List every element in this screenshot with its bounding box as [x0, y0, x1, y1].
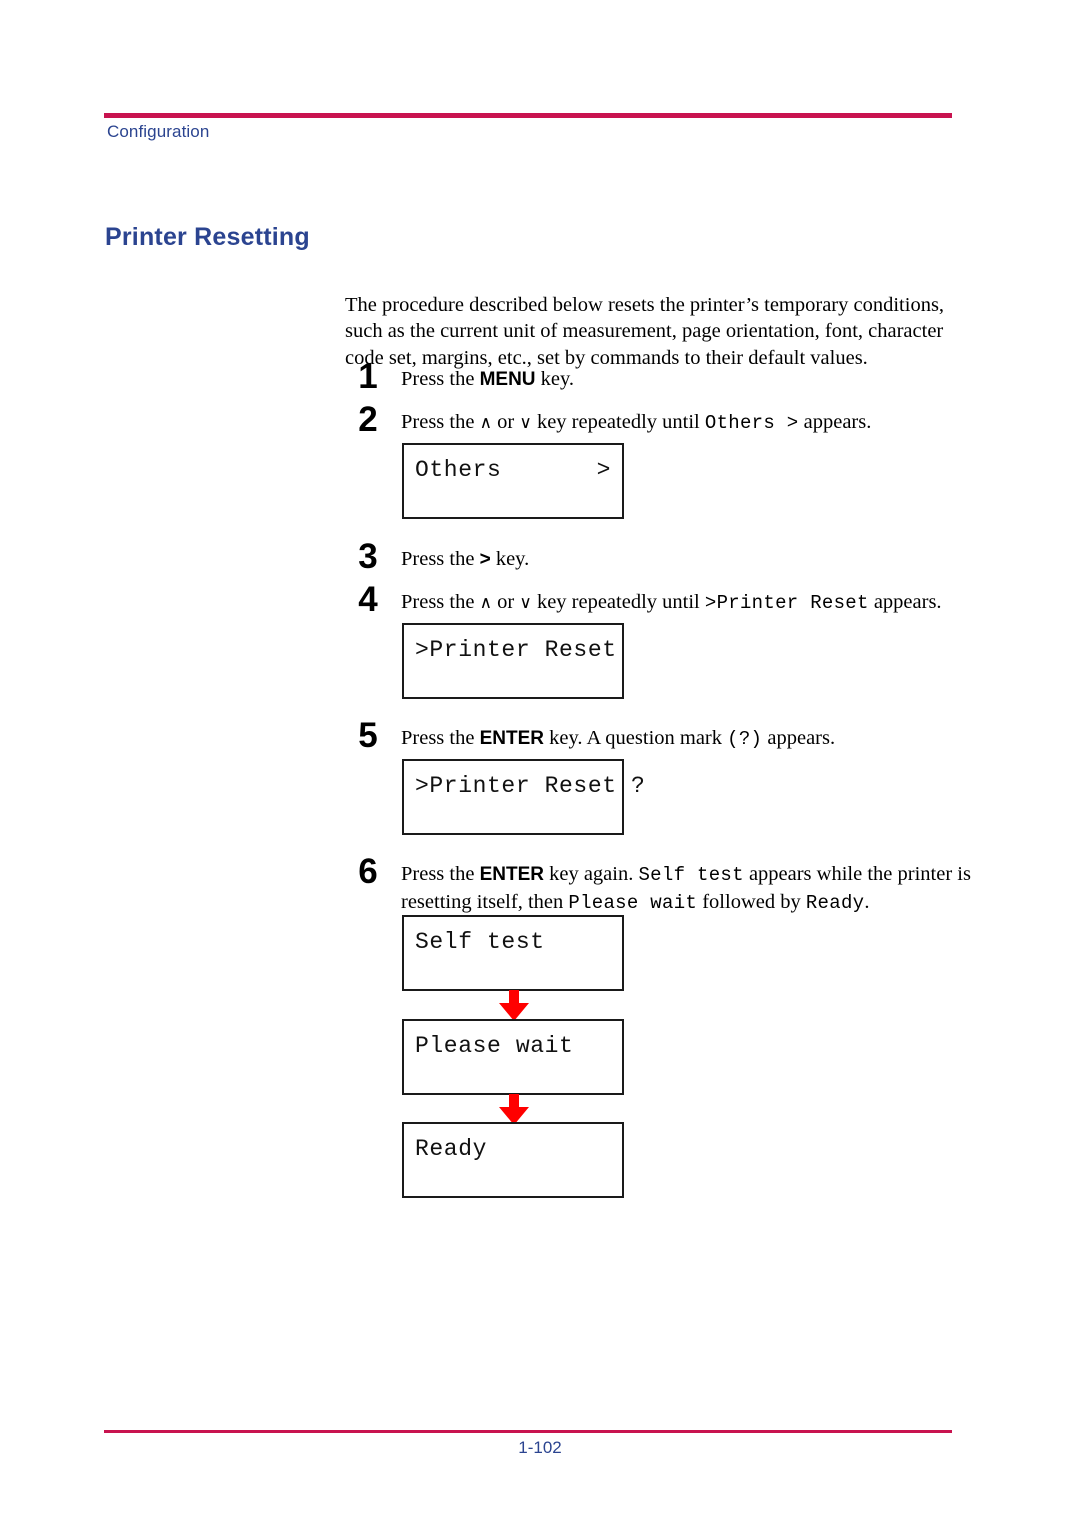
step-text: Press the MENU key. [401, 366, 985, 394]
step-text-after-mono2: followed by [697, 890, 806, 913]
key-label-enter: ENTER [479, 864, 544, 885]
step-text-prefix: Press the [401, 591, 480, 613]
lcd-panel-please-wait: Please wait [402, 1019, 624, 1095]
lcd-text-left: Self test [415, 929, 545, 955]
step-number: 3 [358, 537, 378, 576]
display-text-printer-reset: >Printer Reset [704, 592, 869, 614]
step-5: 5 Press the ENTER key. A question mark (… [345, 718, 985, 753]
step-number: 6 [358, 852, 378, 891]
lcd-text-right: > [596, 457, 611, 483]
lcd-text-left: Ready [415, 1136, 488, 1162]
step-4: 4 Press the ∧ or ∨ key repeatedly until … [345, 582, 985, 617]
step-text-middle: key repeatedly until [531, 591, 705, 613]
lcd-panel-others: Others > [402, 443, 624, 519]
step-text-suffix: appears. [868, 591, 942, 613]
step-number: 2 [358, 400, 378, 439]
lcd-text-left: Please wait [415, 1033, 574, 1059]
step-text-middle: key repeatedly until [531, 411, 705, 433]
step-text-middle: key. A question mark [543, 727, 728, 749]
step-number: 5 [358, 716, 378, 755]
step-text-prefix: Press the [401, 727, 480, 749]
step-text-suffix: . [864, 890, 870, 913]
step-text: Press the ∧ or ∨ key repeatedly until Ot… [401, 409, 985, 437]
step-text-conjunction: or [492, 591, 520, 613]
page-title: Printer Resetting [105, 223, 310, 251]
running-head: Configuration [107, 122, 210, 141]
page-number: 1-102 [518, 1438, 562, 1457]
step-text-middle: key again. [543, 863, 639, 885]
footer-rule [104, 1430, 952, 1433]
step-text-prefix: Press the [401, 548, 480, 570]
lcd-panel-ready: Ready [402, 1122, 624, 1198]
header-rule [104, 113, 952, 118]
lcd-panel-self-test: Self test [402, 915, 624, 991]
step-text: Press the > key. [401, 546, 985, 574]
lcd-line: >Printer Reset [415, 637, 616, 663]
display-text-ready: Ready [805, 891, 865, 914]
key-label-right: > [479, 549, 491, 570]
step-3: 3 Press the > key. [345, 539, 985, 574]
display-text-please-wait: Please wait [568, 891, 698, 914]
display-text-others: Others > [704, 412, 799, 434]
step-text-prefix: Press the [401, 411, 480, 433]
display-text-question-mark: (?) [727, 728, 763, 750]
down-arrow-icon: ∨ [519, 413, 532, 433]
step-number: 4 [358, 580, 378, 619]
step-text-suffix: key. [490, 548, 530, 570]
step-text: Press the ENTER key. A question mark (?)… [401, 725, 985, 753]
lcd-text-left: >Printer Reset [415, 637, 617, 663]
step-text: Press the ENTER key again. Self test app… [401, 861, 985, 916]
lcd-line: Please wait [415, 1033, 611, 1059]
step-text-prefix: Press the [401, 368, 480, 390]
lcd-line: >Printer Reset ? [415, 773, 645, 799]
lcd-text-left: Others [415, 457, 502, 483]
step-6: 6 Press the ENTER key again. Self test a… [345, 854, 985, 916]
lcd-line: Self test [415, 929, 611, 955]
key-label-enter: ENTER [479, 728, 544, 749]
key-label-menu: MENU [479, 369, 536, 390]
down-arrow-icon [496, 990, 532, 1022]
lcd-text-left: >Printer Reset ? [415, 773, 646, 799]
lcd-panel-printer-reset: >Printer Reset [402, 623, 624, 699]
step-text-conjunction: or [492, 411, 520, 433]
step-text-suffix: appears. [762, 727, 836, 749]
lcd-panel-printer-reset-confirm: >Printer Reset ? [402, 759, 645, 835]
step-text: Press the ∧ or ∨ key repeatedly until >P… [401, 589, 985, 617]
lcd-line: Others > [415, 457, 611, 483]
down-arrow-icon: ∨ [519, 593, 532, 613]
step-text-suffix: appears. [798, 411, 872, 433]
display-text-self-test: Self test [638, 864, 744, 886]
step-number: 1 [358, 357, 378, 396]
step-2: 2 Press the ∧ or ∨ key repeatedly until … [345, 402, 985, 437]
step-text-suffix: key. [535, 368, 575, 390]
step-text-prefix: Press the [401, 863, 480, 885]
up-arrow-icon: ∧ [479, 413, 493, 433]
intro-paragraph: The procedure described below resets the… [345, 293, 945, 369]
lcd-line: Ready [415, 1136, 611, 1162]
up-arrow-icon: ∧ [479, 593, 493, 613]
step-1: 1 Press the MENU key. [345, 359, 985, 394]
